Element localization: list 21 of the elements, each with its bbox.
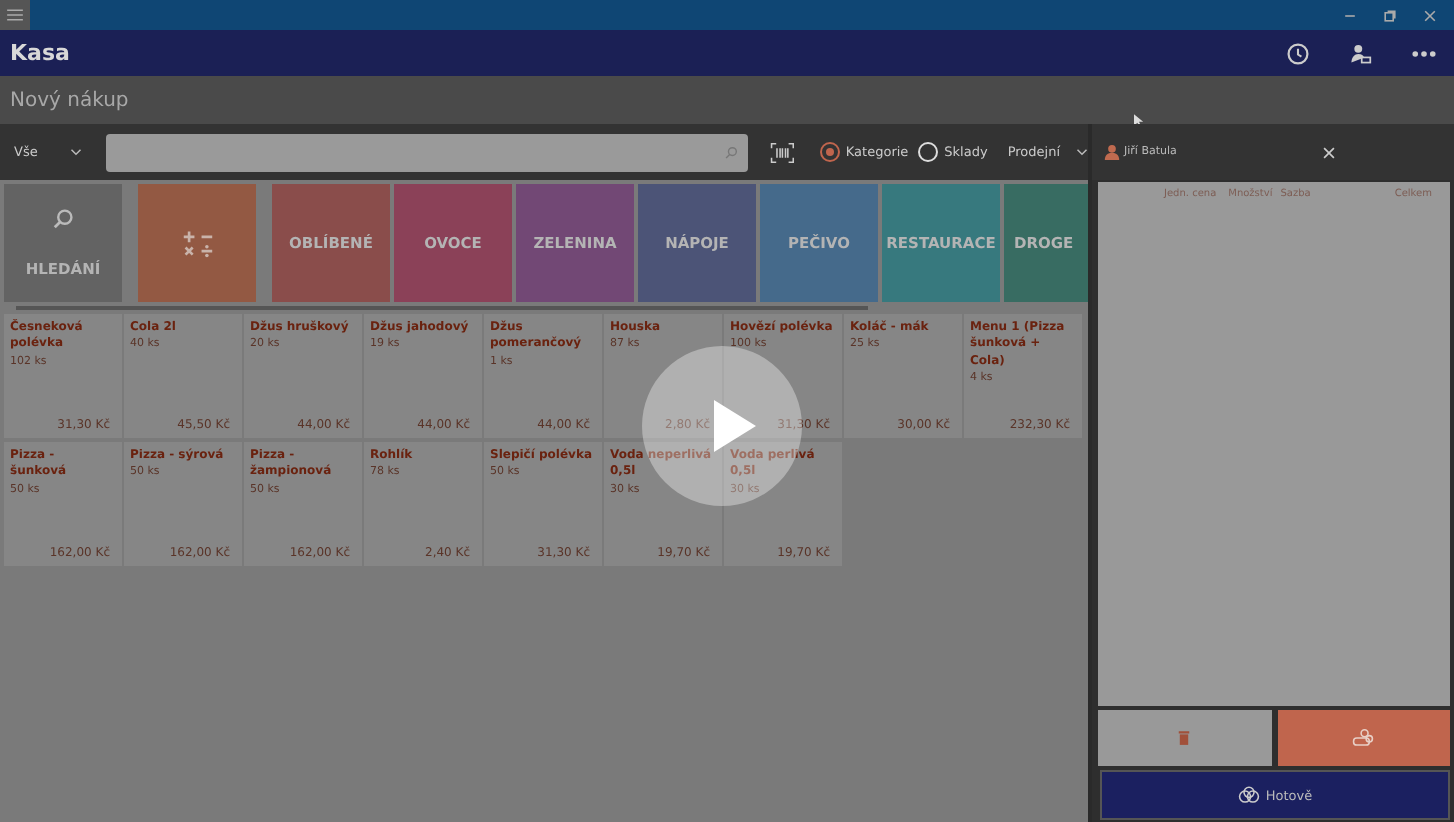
page-title: Nový nákup xyxy=(10,89,129,111)
trash-icon xyxy=(1178,730,1191,746)
search-field[interactable] xyxy=(106,133,747,171)
chevron-down-icon xyxy=(69,148,82,156)
more-icon[interactable] xyxy=(1410,47,1438,59)
restore-icon[interactable] xyxy=(1382,7,1398,23)
close-icon[interactable] xyxy=(1322,145,1336,159)
close-icon[interactable] xyxy=(1422,7,1438,23)
arithmetic-icon xyxy=(179,227,215,259)
coins-icon xyxy=(1352,728,1375,748)
calculator-tile[interactable] xyxy=(138,184,256,302)
clock-icon[interactable] xyxy=(1286,41,1310,65)
chevron-down-icon xyxy=(1076,148,1088,156)
search-icon xyxy=(52,208,74,230)
circles-icon xyxy=(1237,786,1260,804)
barcode-icon[interactable] xyxy=(769,139,794,165)
menu-icon[interactable] xyxy=(0,0,30,30)
search-icon xyxy=(723,145,737,159)
user-icon xyxy=(1104,144,1120,160)
app-title: Kasa xyxy=(10,40,70,66)
person-money-icon[interactable] xyxy=(1348,41,1372,65)
